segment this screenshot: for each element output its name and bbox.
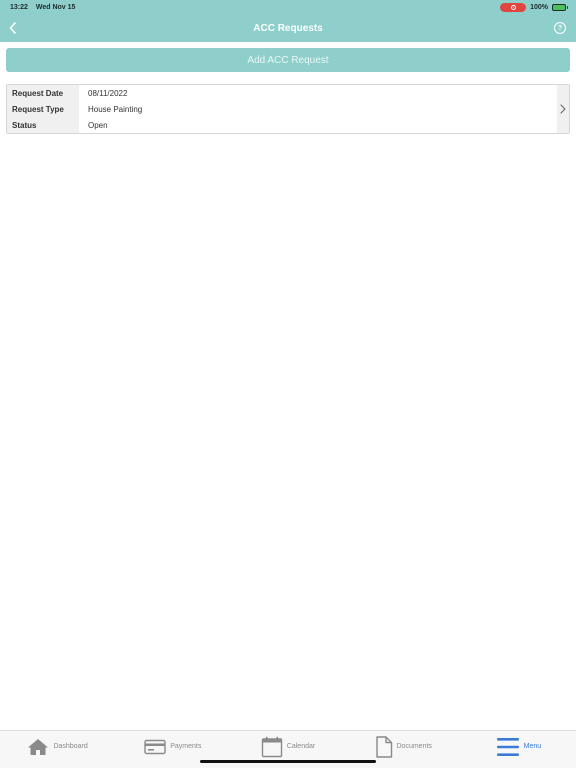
status-label: Status	[12, 120, 37, 130]
tab-label: Dashboard	[53, 743, 88, 750]
request-detail-chevron[interactable]	[557, 85, 569, 133]
status-date: Wed Nov 15	[35, 3, 76, 11]
request-type-label: Request Type	[12, 104, 64, 114]
screen-recording-icon[interactable]	[500, 2, 527, 12]
nav-bar: ACC Requests ?	[0, 14, 576, 42]
help-icon: ?	[557, 24, 563, 32]
tab-menu[interactable]: Menu	[461, 731, 576, 768]
tab-label: Calendar	[286, 743, 316, 750]
menu-icon	[496, 737, 519, 756]
battery-icon	[552, 3, 568, 11]
chevron-left-icon	[9, 22, 16, 34]
home-indicator[interactable]	[200, 760, 376, 763]
request-labels: Request Date Request Type Status	[7, 85, 79, 133]
back-button[interactable]	[6, 20, 20, 36]
request-values: 08/11/2022 House Painting Open	[79, 85, 557, 133]
status-time: 13:22	[10, 3, 28, 11]
tab-label: Documents	[396, 743, 432, 750]
request-card[interactable]: Request Date Request Type Status 08/11/2…	[6, 84, 570, 134]
status-value: Open	[88, 120, 108, 130]
request-date-value: 08/11/2022	[88, 88, 128, 98]
home-icon	[28, 738, 49, 755]
calendar-icon	[261, 736, 282, 757]
status-bar: 13:22 Wed Nov 15 100%	[0, 0, 576, 14]
tab-label: Payments	[170, 743, 202, 750]
help-button[interactable]: ?	[554, 22, 566, 34]
document-icon	[375, 735, 392, 758]
chevron-right-icon	[560, 104, 566, 114]
page-title: ACC Requests	[253, 22, 323, 34]
status-right: 100%	[500, 2, 568, 12]
status-left: 13:22 Wed Nov 15	[10, 4, 81, 11]
tab-label: Menu	[523, 743, 542, 750]
request-date-label: Request Date	[12, 88, 64, 98]
tab-dashboard[interactable]: Dashboard	[0, 731, 115, 768]
add-acc-request-button[interactable]: Add ACC Request	[6, 48, 570, 72]
request-type-value: House Painting	[88, 104, 143, 114]
credit-card-icon	[144, 739, 166, 754]
battery-percent: 100%	[530, 3, 548, 11]
